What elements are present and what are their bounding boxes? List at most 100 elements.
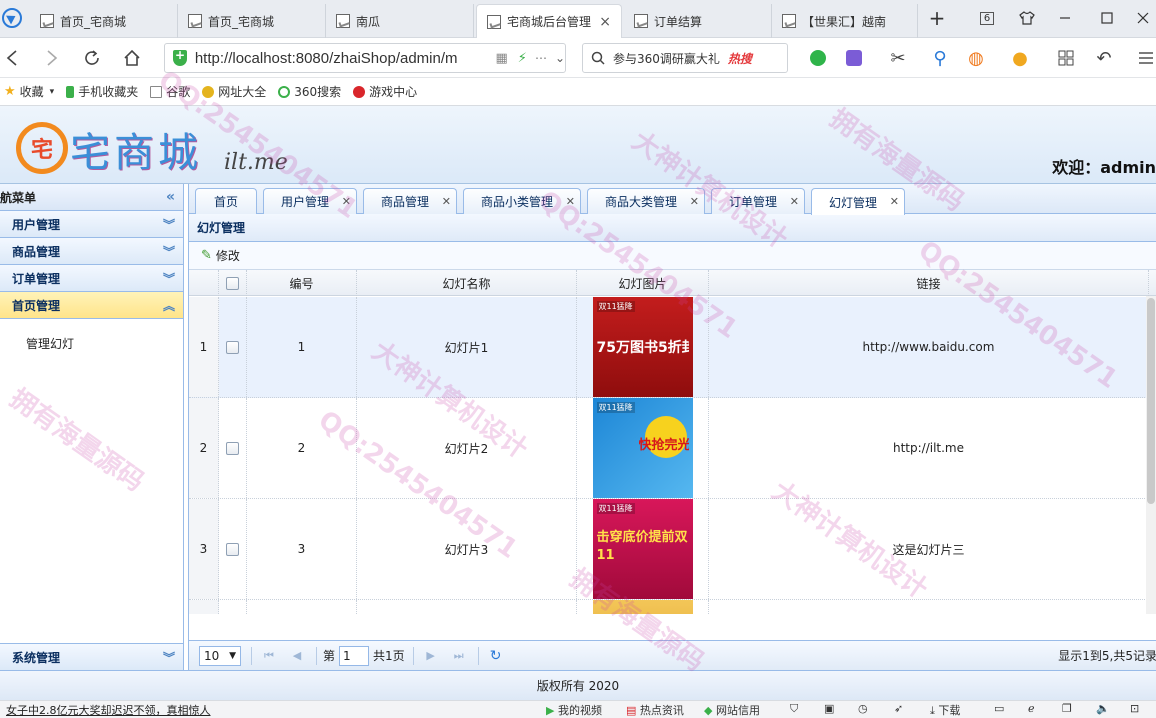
page-number-input[interactable]: 1 [339, 645, 370, 666]
tab-product-management[interactable]: 商品管理 ✕ [363, 188, 457, 214]
bookmark-360search[interactable]: 360搜索 [278, 83, 341, 100]
status-my-video[interactable]: ▶ 我的视频 [546, 702, 602, 718]
table-row[interactable]: 2 2 幻灯片2 双11猛降 快抢完光 http://ilt.me [189, 398, 1156, 499]
browser-tab-active[interactable]: 宅商城后台管理 × [476, 4, 622, 38]
tab-close-icon[interactable]: × [599, 14, 611, 30]
device-status-icon[interactable]: ▭ [994, 702, 1004, 715]
collapse-icon[interactable]: « [166, 189, 175, 205]
coin-icon[interactable]: ● [1008, 46, 1032, 70]
prev-page-icon[interactable]: ◀ [286, 646, 308, 666]
speaker-icon[interactable]: 🔈 [1096, 702, 1110, 715]
tab-count-button[interactable]: 6 [974, 6, 1000, 30]
bookmark-sites[interactable]: 网址大全 [202, 83, 266, 100]
status-download[interactable]: ⤓ 下载 [930, 702, 960, 718]
separator [412, 646, 414, 665]
tab-order-management[interactable]: 订单管理 ✕ [711, 188, 805, 214]
close-tab-icon[interactable]: ✕ [790, 195, 799, 208]
close-tab-icon[interactable]: ✕ [890, 195, 899, 208]
undo-icon[interactable]: ↶ [1092, 46, 1116, 70]
menu-icon[interactable] [1134, 46, 1156, 70]
scissors-icon[interactable]: ✂ [886, 46, 910, 70]
scrollbar-thumb[interactable] [1147, 298, 1155, 504]
column-header-image[interactable]: 幻灯图片 [577, 270, 709, 296]
next-page-icon[interactable]: ▶ [420, 646, 442, 666]
address-bar[interactable]: http://localhost:8080/zhaiShop/admin/m ▦… [164, 43, 566, 73]
hot-search-label[interactable]: 热搜 [728, 50, 752, 67]
new-tab-button[interactable]: + [924, 6, 950, 30]
table-row[interactable] [189, 600, 1156, 614]
zoom-status-icon[interactable]: ⊡ [1130, 702, 1139, 715]
page-size-select[interactable]: 10 ▼ [199, 645, 241, 666]
dropdown-chevron-icon[interactable]: ⌄ [555, 51, 565, 65]
last-page-icon[interactable]: ⏭ [448, 646, 470, 666]
browser-tab[interactable]: 首页_宅商城 [178, 4, 326, 38]
news-ticker-link[interactable]: 女子中2.8亿元大奖却迟迟不领，真相惊人 [6, 702, 211, 718]
apps-grid-icon[interactable] [1054, 46, 1078, 70]
table-row[interactable]: 3 3 幻灯片3 双11猛降 击穿底价提前双11 这是幻灯片三 [189, 499, 1156, 600]
browser-tab[interactable]: 订单结算 [624, 4, 772, 38]
edit-button[interactable]: ✎ 修改 [201, 247, 240, 264]
first-page-icon[interactable]: ⏮ [258, 646, 280, 666]
browser-tab[interactable]: 南瓜 [326, 4, 474, 38]
minimize-icon[interactable] [1052, 6, 1078, 30]
bookmark-google[interactable]: 谷歌 [150, 83, 190, 100]
window-status-icon[interactable]: ❐ [1062, 702, 1072, 715]
browser-logo-icon[interactable] [2, 8, 22, 28]
shirt-icon[interactable] [1014, 6, 1040, 30]
back-icon[interactable] [0, 46, 24, 70]
image-status-icon[interactable]: ▣ [824, 702, 834, 715]
close-window-icon[interactable] [1130, 6, 1156, 30]
row-checkbox[interactable] [226, 441, 239, 455]
status-hot-news[interactable]: ▤ 热点资讯 [626, 702, 684, 718]
close-tab-icon[interactable]: ✕ [342, 195, 351, 208]
clock-status-icon[interactable]: ◷ [858, 702, 868, 715]
tab-category-management[interactable]: 商品大类管理 ✕ [587, 188, 705, 214]
close-tab-icon[interactable]: ✕ [690, 195, 699, 208]
tab-slide-management[interactable]: 幻灯管理 ✕ [811, 188, 905, 215]
shield-status-icon[interactable]: ⛉ [790, 702, 798, 716]
rocket-status-icon[interactable]: ➶ [894, 702, 903, 715]
reader-icon[interactable]: ▦ [496, 51, 508, 66]
close-tab-icon[interactable]: ✕ [442, 195, 451, 208]
table-row[interactable]: 1 1 幻灯片1 双11猛降 75万图书5折封顶 http://www.baid… [189, 297, 1156, 398]
maximize-icon[interactable] [1094, 6, 1120, 30]
browser-tab-label: 【世果汇】越南 [802, 14, 887, 29]
status-site-credit[interactable]: ◆ 网站信用 [704, 702, 760, 718]
column-header-name[interactable]: 幻灯名称 [357, 270, 577, 296]
ie-status-icon[interactable]: ℯ [1028, 702, 1035, 715]
more-icon[interactable]: ⋯ [535, 51, 547, 65]
refresh-grid-icon[interactable]: ↻ [485, 646, 507, 666]
speed-icon[interactable]: ⚡ [518, 51, 527, 66]
forward-icon[interactable] [40, 46, 64, 70]
tab-subcategory-management[interactable]: 商品小类管理 ✕ [463, 188, 581, 214]
sidebar-item-users[interactable]: 用户管理 ︾ [0, 211, 183, 238]
sidebar-item-homepage[interactable]: 首页管理 ︽ [0, 292, 183, 319]
home-icon[interactable] [120, 46, 144, 70]
sidebar-item-orders[interactable]: 订单管理 ︾ [0, 265, 183, 292]
select-all-checkbox[interactable] [226, 276, 239, 290]
wechat-icon[interactable] [806, 46, 830, 70]
browser-tab[interactable]: 首页_宅商城 [30, 4, 178, 38]
column-header-link[interactable]: 链接 [709, 270, 1149, 296]
column-header-id[interactable]: 编号 [247, 270, 357, 296]
search-box[interactable]: 参与360调研赢大礼 热搜 [582, 43, 788, 73]
row-checkbox[interactable] [226, 340, 239, 354]
tab-user-management[interactable]: 用户管理 ✕ [263, 188, 357, 214]
bookmark-games[interactable]: 游戏中心 [353, 83, 417, 100]
browser-tab[interactable]: 【世果汇】越南 [772, 4, 918, 38]
row-checkbox[interactable] [226, 542, 239, 556]
grid-scrollbar[interactable] [1146, 296, 1156, 614]
tab-home[interactable]: 首页 [195, 188, 257, 214]
sidebar-item-system[interactable]: 系统管理 ︾ [0, 643, 183, 670]
close-tab-icon[interactable]: ✕ [566, 195, 575, 208]
bookmark-favorites[interactable]: ★ 收藏 ▾ [4, 83, 54, 100]
translate-icon[interactable] [842, 46, 866, 70]
game-controller-icon[interactable]: ◍ [964, 46, 988, 70]
bookmark-mobile[interactable]: 手机收藏夹 [66, 83, 138, 100]
refresh-icon[interactable] [80, 46, 104, 70]
sidebar-link-manage-slides[interactable]: 管理幻灯 [26, 335, 183, 352]
address-url[interactable]: http://localhost:8080/zhaiShop/admin/m [195, 50, 482, 67]
magnifier-icon[interactable]: ⚲ [928, 46, 952, 70]
logo-text: 宅商城 [70, 130, 202, 176]
sidebar-item-products[interactable]: 商品管理 ︾ [0, 238, 183, 265]
